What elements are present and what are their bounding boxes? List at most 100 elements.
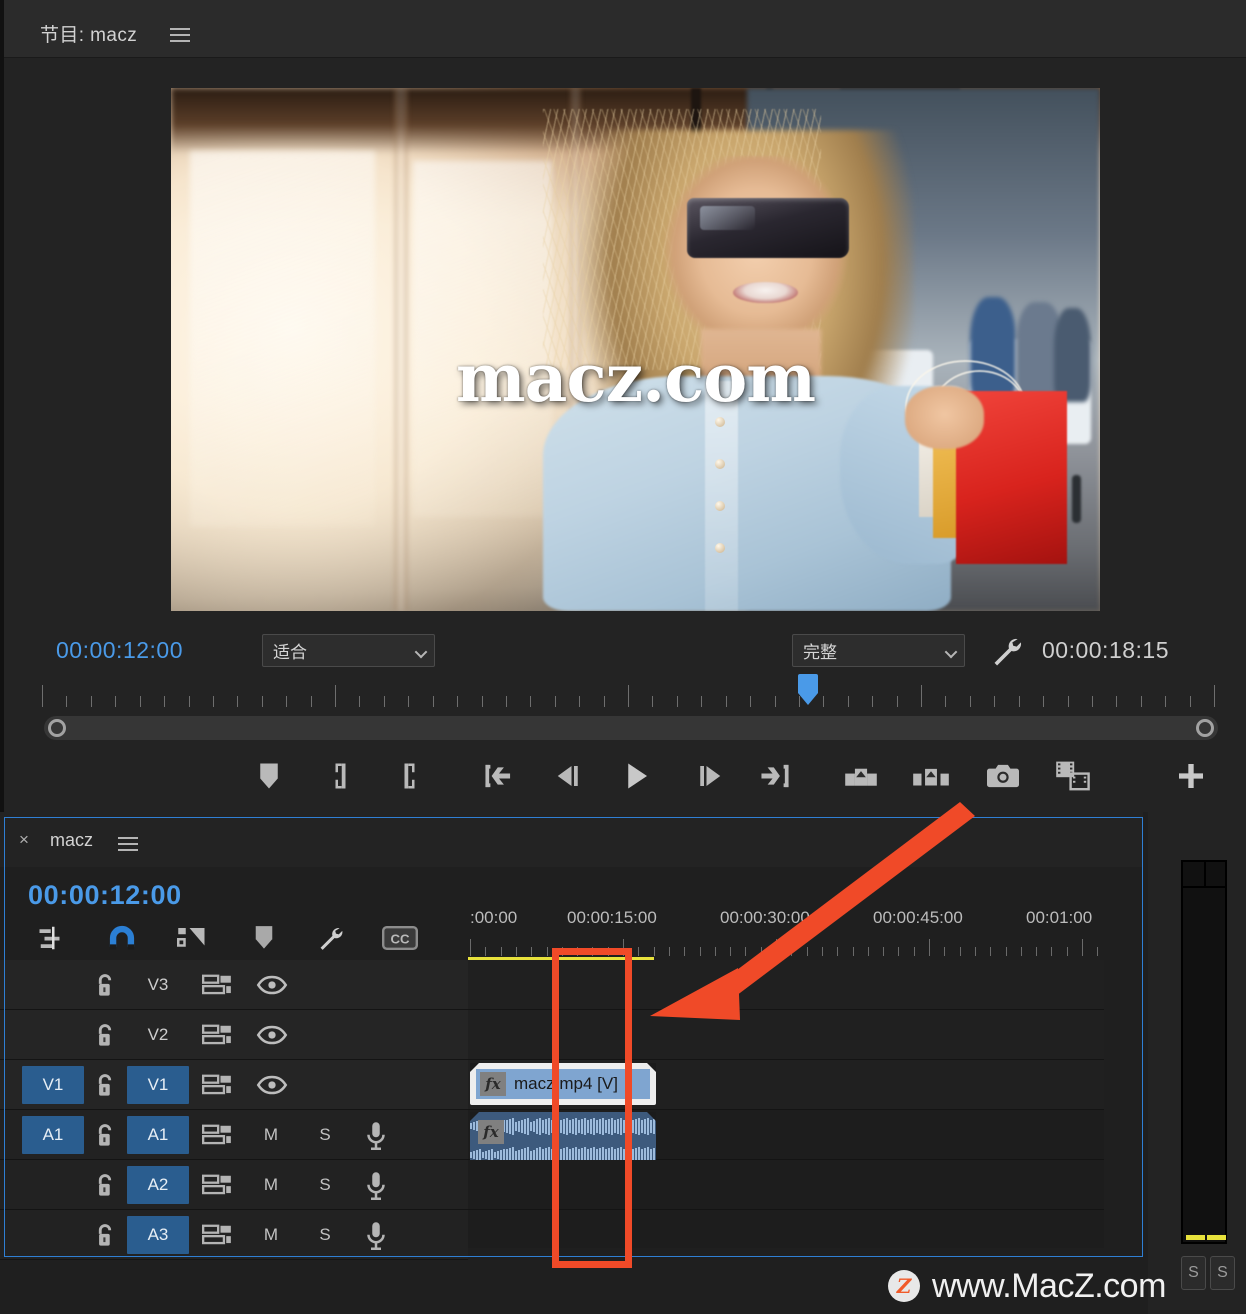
play-stop-button[interactable] xyxy=(610,748,664,804)
timeline-playhead-timecode[interactable]: 00:00:12:00 xyxy=(28,880,182,911)
track-lane-v2[interactable] xyxy=(468,1010,1104,1060)
track-lane-v1[interactable]: fx macz.mp4 [V] xyxy=(468,1060,1104,1110)
solo-button-a2[interactable]: S xyxy=(315,1175,335,1195)
go-to-in-button[interactable] xyxy=(472,748,526,804)
go-to-out-button[interactable] xyxy=(748,748,802,804)
track-name-v2[interactable]: V2 xyxy=(127,1016,189,1054)
audio-meters-panel: S S xyxy=(1148,812,1246,1314)
lock-icon[interactable] xyxy=(94,972,118,998)
mute-button-a2[interactable]: M xyxy=(261,1175,281,1195)
video-clip[interactable]: fx macz.mp4 [V] xyxy=(470,1063,656,1105)
timeline-track-area[interactable]: fx macz.mp4 [V] fx xyxy=(468,960,1104,1248)
track-name-a1[interactable]: A1 xyxy=(127,1115,189,1154)
mute-button-a3[interactable]: M xyxy=(261,1225,281,1245)
mark-out-button[interactable] xyxy=(380,748,434,804)
track-header-a2[interactable]: A2 M S xyxy=(0,1160,468,1210)
timeline-ruler[interactable]: :00:00 00:00:15:00 00:00:30:00 00:00:45:00 0… xyxy=(468,902,1104,960)
wrench-icon[interactable] xyxy=(306,917,354,959)
zoom-handle-left[interactable] xyxy=(48,719,66,737)
sync-lock-icon[interactable] xyxy=(202,973,232,997)
program-current-timecode[interactable]: 00:00:12:00 xyxy=(56,637,183,664)
source-patch-v1[interactable]: V1 xyxy=(22,1065,84,1104)
close-icon[interactable]: × xyxy=(16,831,32,848)
track-name-v3[interactable]: V3 xyxy=(127,966,189,1004)
track-header-v1[interactable]: V1 V1 xyxy=(0,1060,468,1110)
ruler-tick-minor xyxy=(669,947,670,956)
lock-icon[interactable] xyxy=(94,1072,118,1098)
track-name-a3[interactable]: A3 xyxy=(127,1215,189,1254)
program-playhead[interactable] xyxy=(798,674,818,705)
fit-zoom-select[interactable]: 适合 xyxy=(262,634,435,667)
extract-button[interactable] xyxy=(904,748,958,804)
scrub-tick-minor xyxy=(775,696,776,707)
ruler-tick-minor xyxy=(914,947,915,956)
track-header-a3[interactable]: A3 M S xyxy=(0,1210,468,1260)
cc-icon[interactable]: CC xyxy=(376,917,424,959)
add-marker-button[interactable] xyxy=(242,748,296,804)
ruler-tick-minor xyxy=(547,947,548,956)
sync-lock-icon[interactable] xyxy=(202,1173,232,1197)
sync-lock-icon[interactable] xyxy=(202,1023,232,1047)
audio-meter-track[interactable] xyxy=(1181,860,1227,1244)
export-frame-button[interactable] xyxy=(976,748,1030,804)
hamburger-icon[interactable] xyxy=(118,837,138,851)
hamburger-icon[interactable] xyxy=(170,28,190,42)
ruler-label: 00:00:45:00 xyxy=(873,908,963,927)
track-lane-a1[interactable]: fx xyxy=(468,1110,1104,1170)
mark-in-button[interactable] xyxy=(316,748,370,804)
sync-lock-icon[interactable] xyxy=(202,1223,232,1247)
ruler-tick-minor xyxy=(1021,947,1022,956)
track-header-v2[interactable]: V2 xyxy=(0,1010,468,1060)
fx-badge[interactable]: fx xyxy=(478,1120,504,1144)
lock-icon[interactable] xyxy=(94,1172,118,1198)
scrub-tick-minor xyxy=(726,696,727,707)
wrench-icon[interactable] xyxy=(989,634,1023,668)
track-visibility-icon[interactable] xyxy=(256,1074,288,1096)
nest-icon[interactable] xyxy=(28,917,76,959)
lift-button[interactable] xyxy=(834,748,888,804)
marker-icon[interactable] xyxy=(240,917,288,959)
lock-icon[interactable] xyxy=(94,1122,118,1148)
scrub-tick-minor xyxy=(1165,696,1166,707)
fx-badge[interactable]: fx xyxy=(480,1072,506,1096)
scrub-tick-minor xyxy=(1068,696,1069,707)
program-duration-timecode[interactable]: 00:00:18:15 xyxy=(1042,637,1169,664)
ruler-tick-minor xyxy=(562,947,563,956)
track-header-v3[interactable]: V3 xyxy=(0,960,468,1010)
track-name-a2[interactable]: A2 xyxy=(127,1165,189,1204)
meter-solo-left-button[interactable]: S xyxy=(1181,1256,1206,1290)
step-forward-button[interactable] xyxy=(682,748,736,804)
mic-icon[interactable] xyxy=(364,1221,388,1250)
program-zoom-scrollbar[interactable] xyxy=(44,716,1218,740)
track-header-a1[interactable]: A1 A1 M S xyxy=(0,1110,468,1160)
linked-selection-icon[interactable] xyxy=(168,917,216,959)
zoom-handle-right[interactable] xyxy=(1196,719,1214,737)
track-lane-v3[interactable] xyxy=(468,960,1104,1010)
button-editor-button[interactable] xyxy=(1164,748,1218,804)
sync-lock-icon[interactable] xyxy=(202,1123,232,1147)
track-visibility-icon[interactable] xyxy=(256,1024,288,1046)
ruler-tick-minor xyxy=(608,947,609,956)
lock-icon[interactable] xyxy=(94,1222,118,1248)
solo-button-a1[interactable]: S xyxy=(315,1125,335,1145)
lock-icon[interactable] xyxy=(94,1022,118,1048)
video-preview[interactable]: macz.com xyxy=(171,88,1100,611)
program-scrub-bar[interactable] xyxy=(42,681,1215,707)
meter-solo-right-button[interactable]: S xyxy=(1210,1256,1235,1290)
track-name-v1[interactable]: V1 xyxy=(127,1065,189,1104)
mic-icon[interactable] xyxy=(364,1171,388,1200)
track-lane-a2[interactable] xyxy=(468,1160,1104,1210)
track-visibility-icon[interactable] xyxy=(256,974,288,996)
track-lane-a3[interactable] xyxy=(468,1210,1104,1248)
solo-button-a3[interactable]: S xyxy=(315,1225,335,1245)
comparison-view-button[interactable] xyxy=(1046,748,1100,804)
mic-icon[interactable] xyxy=(364,1121,388,1150)
sync-lock-icon[interactable] xyxy=(202,1073,232,1097)
source-patch-a1[interactable]: A1 xyxy=(22,1115,84,1154)
program-monitor-tab[interactable]: 节目: macz xyxy=(40,20,137,47)
mute-button-a1[interactable]: M xyxy=(261,1125,281,1145)
timeline-tab[interactable]: macz xyxy=(50,830,93,851)
step-back-button[interactable] xyxy=(542,748,596,804)
magnet-icon[interactable] xyxy=(98,917,146,959)
playback-quality-select[interactable]: 完整 xyxy=(792,634,965,667)
